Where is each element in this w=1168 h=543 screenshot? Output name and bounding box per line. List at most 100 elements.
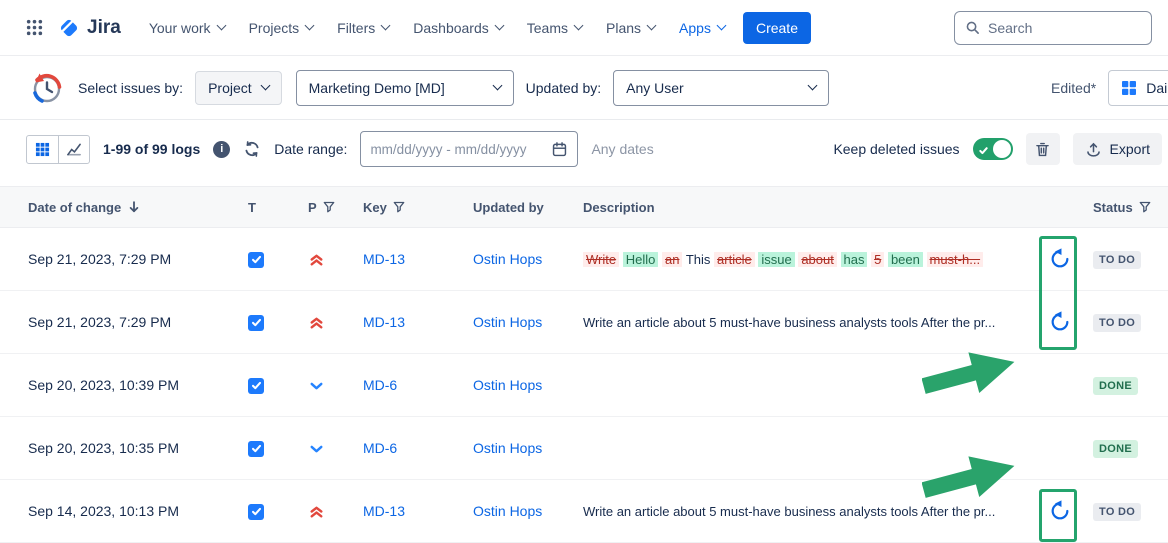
priority-highest-icon (308, 251, 325, 268)
status-cell: DONE (1085, 439, 1168, 458)
log-toolbar: 1-99 of 99 logs i Date range: Any dates … (0, 120, 1168, 178)
status-badge: TO DO (1093, 251, 1141, 269)
keep-deleted-toggle[interactable] (973, 138, 1013, 160)
updated-by-cell: Ostin Hops (465, 251, 575, 267)
table-grid-icon (1121, 80, 1137, 96)
nav-item-teams[interactable]: Teams (517, 12, 592, 44)
updated-by-link[interactable]: Ostin Hops (473, 251, 542, 267)
select-issues-by-label: Select issues by: (78, 80, 183, 96)
description-segment-removed: article (714, 252, 755, 267)
create-button[interactable]: Create (743, 12, 811, 44)
app-switcher-icon[interactable] (18, 12, 50, 44)
issue-key-link[interactable]: MD-6 (363, 377, 397, 393)
row-checkbox[interactable] (248, 441, 264, 457)
updated-by-link[interactable]: Ostin Hops (473, 440, 542, 456)
row-checkbox[interactable] (248, 252, 264, 268)
priority-highest-icon (308, 503, 325, 520)
nav-item-plans[interactable]: Plans (596, 12, 665, 44)
nav-menu: Your work Projects Filters Dashboards Te… (139, 12, 735, 44)
date-cell: Sep 20, 2023, 10:39 PM (0, 377, 240, 393)
filter-funnel-icon[interactable] (393, 201, 405, 213)
jira-logo[interactable]: Jira (58, 17, 121, 39)
row-checkbox[interactable] (248, 315, 264, 331)
description-segment-removed: about (798, 252, 837, 267)
nav-item-your-work[interactable]: Your work (139, 12, 235, 44)
chevron-down-icon (216, 21, 226, 31)
issue-key-link[interactable]: MD-6 (363, 440, 397, 456)
col-header-description[interactable]: Description (575, 200, 1035, 215)
date-range-field[interactable] (360, 131, 578, 167)
col-header-date-of-change[interactable]: Date of change (0, 200, 240, 215)
col-header-priority[interactable]: P (300, 200, 355, 215)
table-row: Sep 20, 2023, 10:39 PMMD-6Ostin HopsDONE (0, 354, 1168, 417)
date-cell: Sep 21, 2023, 7:29 PM (0, 251, 240, 267)
description-segment-added: been (888, 252, 923, 267)
type-cell (240, 250, 300, 267)
col-header-status[interactable]: Status (1085, 200, 1168, 215)
priority-cell (300, 376, 355, 394)
select-mode-dropdown[interactable]: Project (195, 71, 282, 105)
type-cell (240, 502, 300, 519)
description-segment-removed: an (662, 252, 682, 267)
issue-history-app-logo (26, 68, 66, 108)
table-body: Sep 21, 2023, 7:29 PM MD-13 Ostin Hops Writ… (0, 228, 1168, 543)
rollback-button[interactable] (1049, 500, 1071, 522)
calendar-icon[interactable] (551, 141, 568, 158)
filter-funnel-icon[interactable] (1139, 201, 1151, 213)
rollback-button[interactable] (1049, 311, 1071, 333)
refresh-icon[interactable] (243, 140, 261, 158)
check-icon (978, 143, 989, 159)
info-icon[interactable]: i (213, 141, 230, 158)
rollback-button[interactable] (1049, 248, 1071, 270)
rollback-cell (1035, 500, 1085, 522)
updated-by-cell: Ostin Hops (465, 377, 575, 393)
issue-key-link[interactable]: MD-13 (363, 251, 405, 267)
filter-funnel-icon[interactable] (323, 201, 335, 213)
daily-view-button[interactable]: Daily a (1108, 70, 1168, 106)
keep-deleted-label: Keep deleted issues (833, 141, 959, 157)
updated-by-cell: Ostin Hops (465, 503, 575, 519)
col-header-key[interactable]: Key (355, 200, 465, 215)
project-select[interactable]: Marketing Demo [MD] (296, 70, 514, 106)
search-box[interactable] (954, 11, 1152, 45)
trash-icon (1034, 141, 1051, 158)
row-checkbox[interactable] (248, 504, 264, 520)
key-cell: MD-6 (355, 377, 465, 393)
description-segment-removed: 5 (871, 252, 884, 267)
chevron-down-icon (647, 21, 657, 31)
chevron-down-icon (494, 21, 504, 31)
type-cell (240, 439, 300, 456)
col-header-type[interactable]: T (240, 200, 300, 215)
updated-by-link[interactable]: Ostin Hops (473, 314, 542, 330)
nav-item-apps[interactable]: Apps (669, 12, 735, 44)
grid-view-icon[interactable] (27, 136, 58, 163)
user-select[interactable]: Any User (613, 70, 829, 106)
priority-cell (300, 250, 355, 268)
table-row: Sep 21, 2023, 7:29 PMMD-13Ostin HopsWrit… (0, 291, 1168, 354)
issue-key-link[interactable]: MD-13 (363, 314, 405, 330)
updated-by-link[interactable]: Ostin Hops (473, 377, 542, 393)
search-input[interactable] (988, 20, 1141, 36)
chevron-down-icon (574, 21, 584, 31)
filter-bar: Select issues by: Project Marketing Demo… (0, 56, 1168, 120)
edited-label: Edited* (1051, 80, 1096, 96)
description-segment-plain: Write an article about 5 must-have busin… (583, 315, 995, 330)
nav-item-dashboards[interactable]: Dashboards (403, 12, 513, 44)
type-cell (240, 376, 300, 393)
toolbar-right: Keep deleted issues Export (833, 133, 1162, 165)
chart-view-icon[interactable] (58, 136, 89, 163)
nav-item-filters[interactable]: Filters (327, 12, 399, 44)
nav-item-projects[interactable]: Projects (239, 12, 324, 44)
date-range-input[interactable] (370, 142, 545, 157)
row-checkbox[interactable] (248, 378, 264, 394)
delete-logs-button[interactable] (1026, 133, 1060, 165)
col-header-updated-by[interactable]: Updated by (465, 200, 575, 215)
status-cell: TO DO (1085, 250, 1168, 269)
priority-low-icon (308, 440, 325, 457)
updated-by-link[interactable]: Ostin Hops (473, 503, 542, 519)
date-cell: Sep 14, 2023, 10:13 PM (0, 503, 240, 519)
issue-key-link[interactable]: MD-13 (363, 503, 405, 519)
export-button[interactable]: Export (1073, 133, 1162, 165)
sort-descending-icon (127, 200, 141, 214)
type-cell (240, 313, 300, 330)
